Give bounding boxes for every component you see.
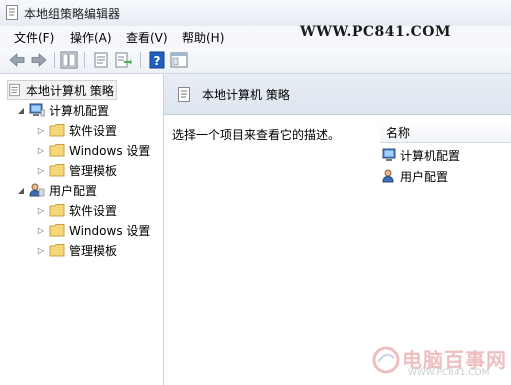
tree-item-label: 管理模板: [69, 243, 118, 258]
collapsed-arrow-icon[interactable]: ▷: [36, 246, 46, 255]
menu-file[interactable]: 文件(F): [14, 29, 54, 46]
tree-item-computer-config[interactable]: ◢ 计算机配置: [16, 101, 109, 119]
computer-icon: [29, 103, 45, 117]
tree-item-label: 本地计算机 策略: [26, 83, 114, 98]
folder-icon: [49, 144, 65, 157]
back-arrow-icon[interactable]: [8, 51, 26, 69]
tree-pane: 本地计算机 策略 ◢ 计算机配置 ▷ 软件设置 ▷ Windows 设置 ▷ 管…: [0, 74, 164, 385]
watermark-logo: 电脑百事网 WWW.PC841.COM: [368, 342, 508, 382]
policy-document-icon: [9, 83, 20, 97]
list-item-label: 用户配置: [400, 169, 449, 184]
watermark-url: WWW.PC841.COM: [408, 368, 490, 378]
column-header-name[interactable]: 名称: [380, 122, 511, 143]
tree-item-admin-templates[interactable]: ▷ 管理模板: [36, 241, 117, 259]
properties-icon[interactable]: [92, 51, 110, 69]
tree-item-label: 软件设置: [69, 123, 118, 138]
show-hide-tree-icon[interactable]: [60, 51, 78, 69]
toolbar-separator: [140, 52, 141, 68]
tree-item-admin-templates[interactable]: ▷ 管理模板: [36, 161, 117, 179]
tree-item-windows-settings[interactable]: ▷ Windows 设置: [36, 141, 150, 159]
user-icon: [29, 183, 45, 197]
toolbar: ?: [0, 48, 511, 74]
forward-arrow-icon[interactable]: [30, 51, 48, 69]
title-bar: 本地组策略编辑器: [0, 0, 511, 27]
collapsed-arrow-icon[interactable]: ▷: [36, 206, 46, 215]
folder-icon: [49, 224, 65, 237]
view-pane-icon[interactable]: [170, 51, 188, 69]
column-header-label: 名称: [386, 126, 411, 140]
tree-item-user-config[interactable]: ◢ 用户配置: [16, 181, 97, 199]
tree-item-local-computer-policy[interactable]: 本地计算机 策略: [7, 80, 117, 100]
folder-icon: [49, 244, 65, 257]
folder-icon: [49, 124, 65, 137]
tree-item-software-settings[interactable]: ▷ 软件设置: [36, 121, 117, 139]
list-item-label: 计算机配置: [400, 148, 461, 163]
site-logo-icon: [372, 346, 400, 374]
tree-item-label: 管理模板: [69, 163, 118, 178]
svg-text:?: ?: [154, 54, 161, 68]
folder-icon: [49, 204, 65, 217]
collapsed-arrow-icon[interactable]: ▷: [36, 226, 46, 235]
policy-editor-icon: [6, 5, 18, 20]
export-list-icon[interactable]: [114, 51, 132, 69]
collapsed-arrow-icon[interactable]: ▷: [36, 126, 46, 135]
watermark-url-top: WWW.PC841.COM: [300, 24, 451, 40]
tree-item-label: Windows 设置: [69, 223, 151, 238]
expanded-arrow-icon[interactable]: ◢: [16, 186, 26, 195]
folder-icon: [49, 164, 65, 177]
tree-item-label: 计算机配置: [49, 103, 110, 118]
user-icon: [382, 169, 394, 183]
expanded-arrow-icon[interactable]: ◢: [16, 106, 26, 115]
tree-item-windows-settings[interactable]: ▷ Windows 设置: [36, 221, 150, 239]
tree-item-label: Windows 设置: [69, 143, 151, 158]
menu-view[interactable]: 查看(V): [126, 29, 168, 46]
collapsed-arrow-icon[interactable]: ▷: [36, 146, 46, 155]
description-text: 选择一个项目来查看它的描述。: [172, 128, 341, 142]
collapsed-arrow-icon[interactable]: ▷: [36, 166, 46, 175]
computer-icon: [382, 148, 396, 161]
details-header: 本地计算机 策略: [164, 74, 511, 115]
list-item-user-config[interactable]: 用户配置: [382, 167, 448, 185]
menu-help[interactable]: 帮助(H): [182, 29, 224, 46]
window-title: 本地组策略编辑器: [24, 7, 121, 21]
list-item-computer-config[interactable]: 计算机配置: [382, 146, 460, 164]
tree-item-label: 软件设置: [69, 203, 118, 218]
toolbar-separator: [84, 52, 85, 68]
details-title: 本地计算机 策略: [202, 88, 290, 102]
tree-item-label: 用户配置: [49, 183, 98, 198]
policy-document-icon: [178, 87, 190, 102]
details-pane: 本地计算机 策略 选择一个项目来查看它的描述。 名称 计算机配置 用户配置: [164, 74, 511, 385]
tree-item-software-settings[interactable]: ▷ 软件设置: [36, 201, 117, 219]
help-icon[interactable]: ?: [148, 51, 166, 69]
toolbar-separator: [54, 52, 55, 68]
menu-action[interactable]: 操作(A): [70, 29, 112, 46]
